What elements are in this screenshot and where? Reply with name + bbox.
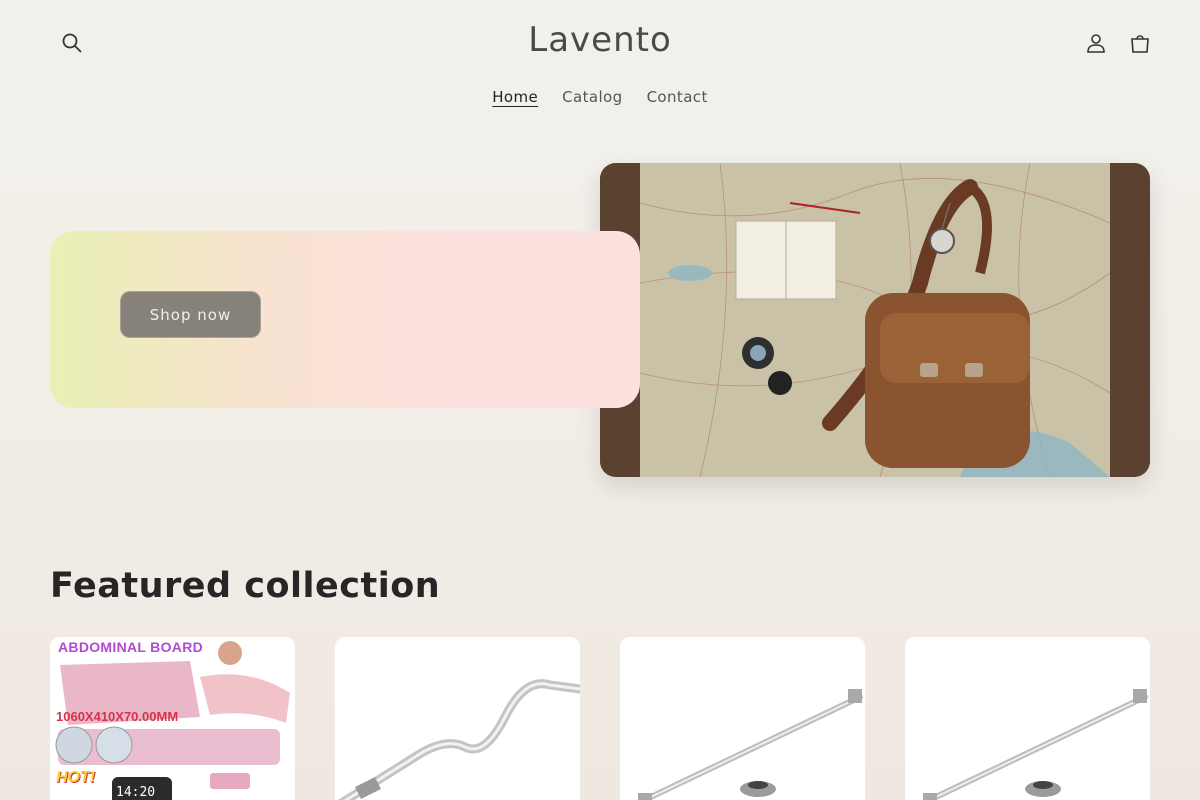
product-image-text: ABDOMINAL BOARD [58, 639, 204, 655]
product-image [620, 637, 865, 800]
hero-card: Shop now [50, 231, 640, 408]
product-image [335, 637, 580, 800]
cart-icon [1131, 35, 1149, 53]
featured-collection-title: Featured collection [50, 566, 441, 606]
main-nav: Home Catalog Contact [0, 88, 1200, 106]
nav-home[interactable]: Home [480, 88, 550, 106]
product-image-dimensions: 1060X410X70.00MM [56, 709, 179, 724]
store-logo[interactable]: Lavento [0, 20, 1200, 60]
cart-button[interactable] [1122, 25, 1158, 61]
nav-contact[interactable]: Contact [635, 88, 720, 106]
site-header: Lavento Home Catalog Contact [0, 0, 1200, 130]
product-card[interactable] [335, 637, 580, 800]
product-image [905, 637, 1150, 800]
product-image-clock: 14:20 [116, 785, 156, 800]
product-card[interactable] [620, 637, 865, 800]
hero-photo-illustration [600, 163, 1150, 477]
account-icon [1087, 34, 1105, 53]
hero-image [600, 163, 1150, 477]
product-image-badge: HOT! [56, 769, 96, 786]
shop-now-button[interactable]: Shop now [120, 291, 261, 338]
account-button[interactable] [1078, 25, 1114, 61]
nav-catalog[interactable]: Catalog [550, 88, 634, 106]
product-card[interactable] [905, 637, 1150, 800]
product-card[interactable]: ABDOMINAL BOARD 1060X410X70.00MM HOT! 14… [50, 637, 295, 800]
